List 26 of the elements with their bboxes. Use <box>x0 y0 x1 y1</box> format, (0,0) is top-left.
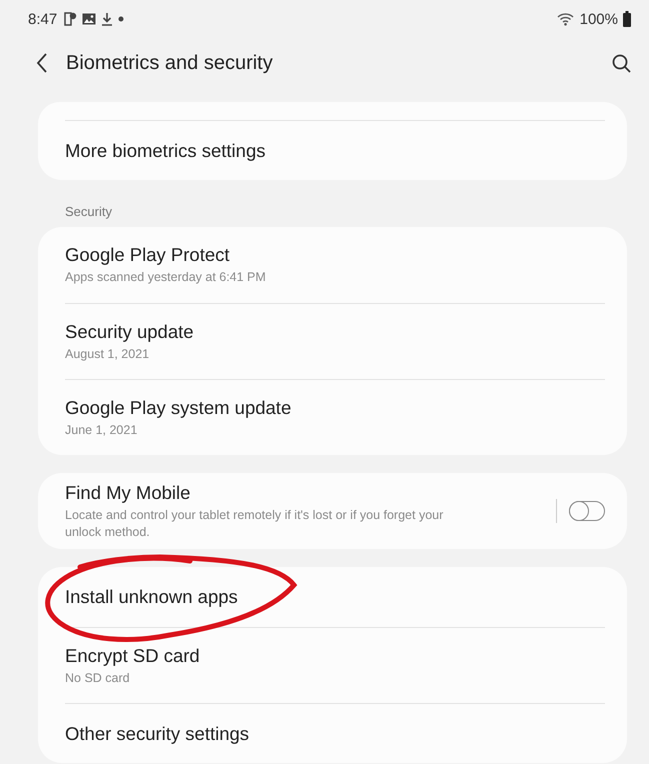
setting-subtitle: Apps scanned yesterday at 6:41 PM <box>65 269 267 286</box>
setting-title[interactable]: Find My Mobile <box>65 482 546 504</box>
setting-title[interactable]: Install unknown apps <box>65 586 605 608</box>
setting-subtitle: No SD card <box>65 670 131 686</box>
setting-title[interactable]: Encrypt SD card <box>65 644 605 667</box>
setting-title[interactable]: Other security settings <box>65 722 605 744</box>
setting-title[interactable]: Security update <box>65 320 605 343</box>
battery-level: 100% <box>580 10 618 28</box>
setting-title[interactable]: More biometrics settings <box>65 140 605 162</box>
setting-title[interactable]: Google Play Protect <box>65 244 605 266</box>
section-label: Security <box>64 203 113 221</box>
page-title: Biometrics and security <box>66 52 273 74</box>
search-icon[interactable] <box>612 54 631 72</box>
notification-icon <box>64 12 78 26</box>
back-icon[interactable] <box>36 53 48 73</box>
setting-title[interactable]: Google Play system update <box>65 396 605 419</box>
toggle-switch[interactable] <box>569 501 605 521</box>
dot-icon <box>118 16 124 22</box>
download-icon <box>101 12 114 26</box>
wifi-icon <box>556 12 575 26</box>
setting-subtitle: June 1, 2021 <box>65 422 138 438</box>
battery-icon <box>623 11 631 27</box>
status-time: 8:47 <box>28 10 58 28</box>
setting-subtitle: August 1, 2021 <box>65 346 150 362</box>
setting-subtitle: Locate and control your tablet remotely if it's lost or if you forget your unlock method. <box>65 506 444 540</box>
image-icon <box>82 13 96 25</box>
